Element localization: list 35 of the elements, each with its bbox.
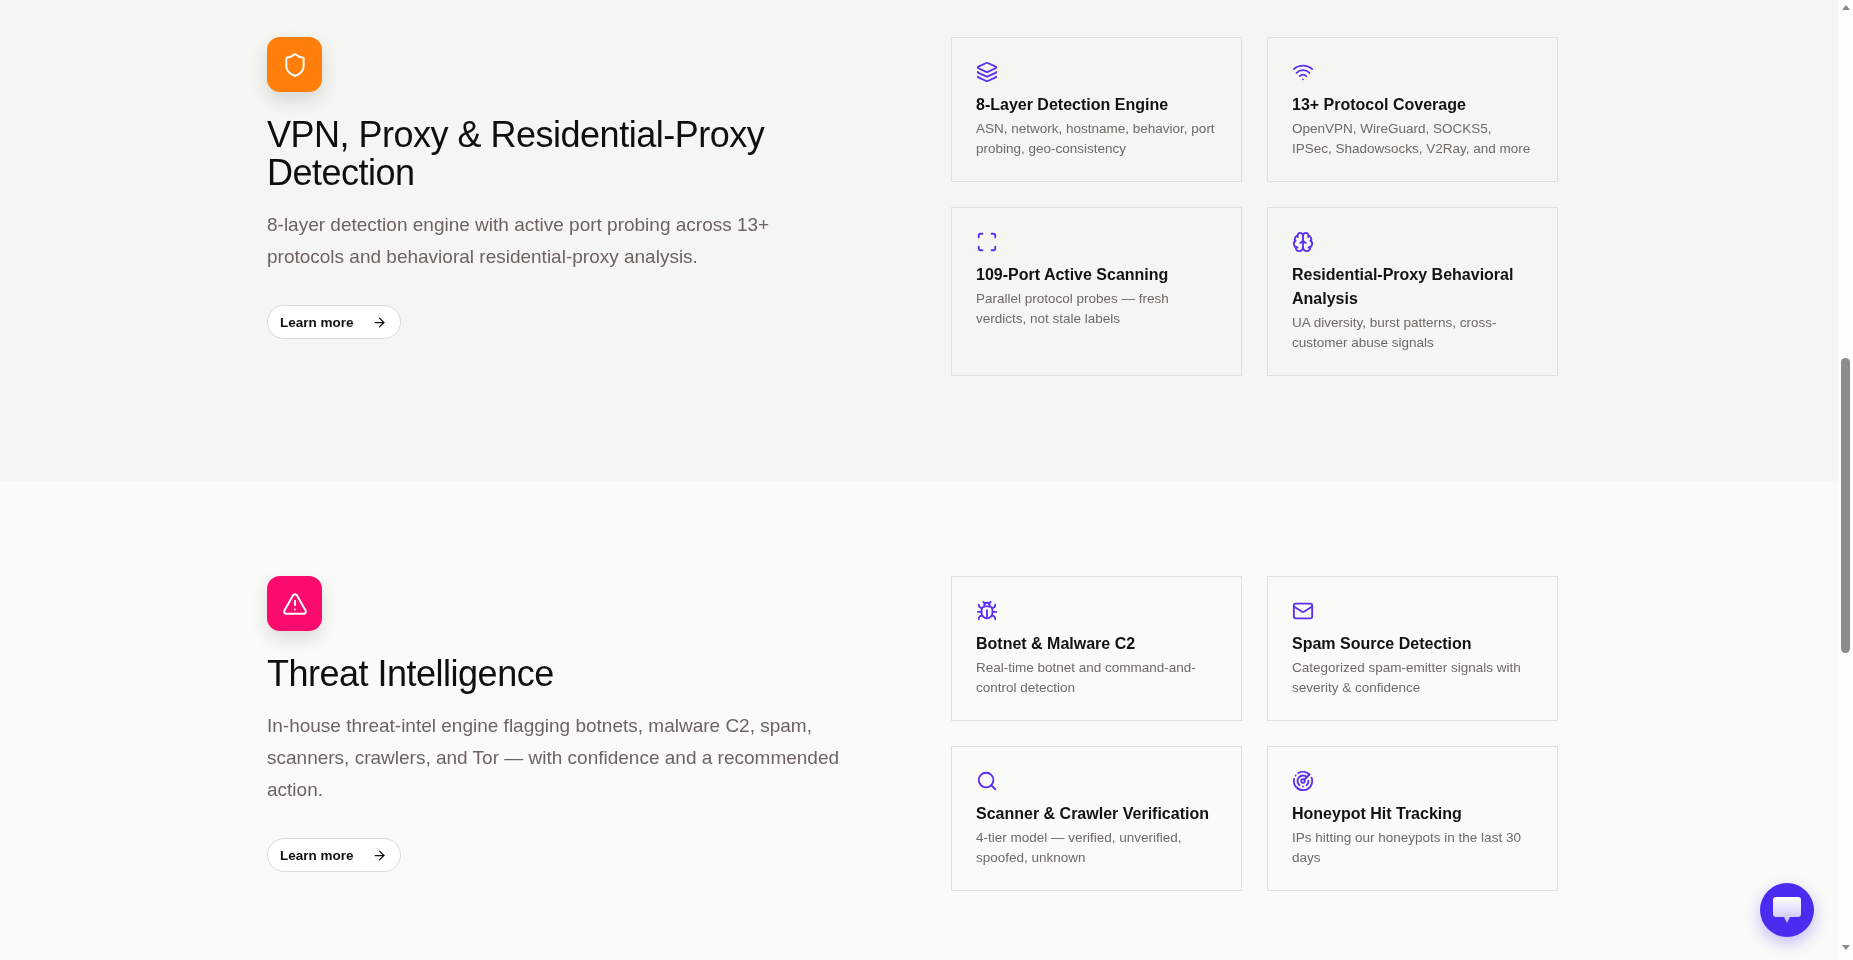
arrow-right-icon: [371, 847, 387, 863]
section-description: 8-layer detection engine with active port probing across 13+ protocols and behavioral residential-proxy analysis.: [267, 213, 771, 269]
learn-more-button[interactable]: Learn more: [267, 305, 401, 339]
feature-title: 8-Layer Detection Engine: [976, 95, 1169, 115]
scroll-down-arrow-icon[interactable]: [1841, 945, 1850, 950]
arrow-right-icon: [371, 314, 387, 330]
feature-description: 4-tier model — verified, unverified, spoofed, unknown: [976, 829, 1183, 867]
feature-title: 13+ Protocol Coverage: [1292, 95, 1466, 115]
feature-title: Botnet & Malware C2: [976, 634, 1136, 654]
bug-icon: [976, 600, 998, 622]
chat-bubble-icon: [1773, 897, 1801, 923]
search-icon: [976, 770, 998, 792]
brain-icon: [1292, 231, 1314, 253]
feature-title: Scanner & Crawler Verification: [976, 804, 1209, 824]
feature-description: ASN, network, hostname, behavior, port probing, geo-consistency: [976, 120, 1216, 158]
scroll-up-arrow-icon[interactable]: [1841, 5, 1850, 10]
feature-description: UA diversity, burst patterns, cross-customer abuse signals: [1292, 314, 1498, 352]
feature-title: Honeypot Hit Tracking: [1292, 804, 1462, 824]
radar-icon: [1292, 770, 1314, 792]
feature-title: Residential-Proxy Behavioral Analysis: [1292, 265, 1515, 309]
section-description: In-house threat-intel engine flagging botnets, malware C2, spam, scanners, crawlers, and Tor — with confidence and a recommended action.: [267, 714, 841, 802]
section-title: Threat Intelligence: [267, 655, 554, 693]
learn-more-button[interactable]: Learn more: [267, 838, 401, 872]
feature-description: Parallel protocol probes — fresh verdicts, not stale labels: [976, 290, 1170, 328]
feature-title: Spam Source Detection: [1292, 634, 1472, 654]
layers-icon: [976, 61, 998, 83]
section-title: VPN, Proxy & Residential-Proxy Detection: [267, 116, 766, 192]
scan-corners-icon: [976, 231, 998, 253]
scrollbar-thumb[interactable]: [1841, 358, 1850, 653]
mail-icon: [1292, 600, 1314, 622]
feature-description: Real-time botnet and command-and-control detection: [976, 659, 1197, 697]
feature-title: 109-Port Active Scanning: [976, 265, 1169, 285]
feature-description: IPs hitting our honeypots in the last 30 days: [1292, 829, 1522, 867]
feature-description: OpenVPN, WireGuard, SOCKS5, IPSec, Shadowsocks, V2Ray, and more: [1292, 120, 1532, 158]
feature-description: Categorized spam-emitter signals with severity & confidence: [1292, 659, 1522, 697]
